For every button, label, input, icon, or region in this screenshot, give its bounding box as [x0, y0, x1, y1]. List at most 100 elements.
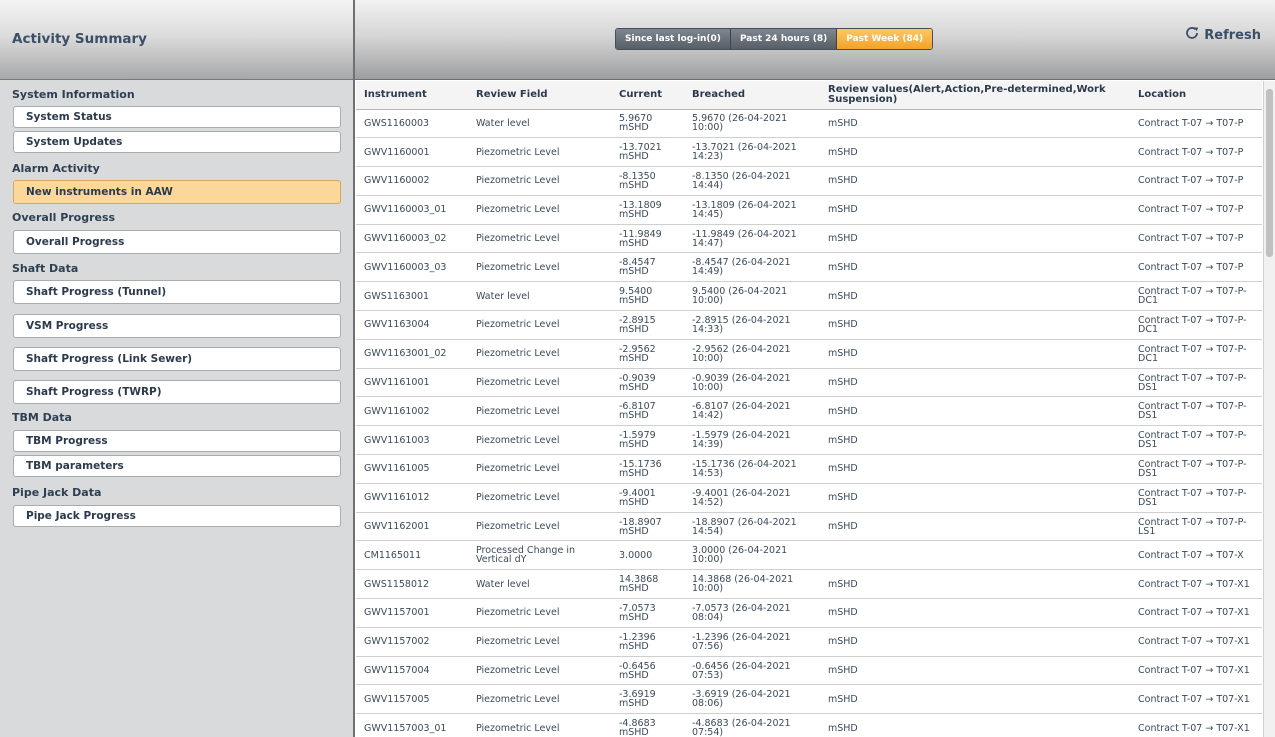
- nav-item-new-instruments-in-aaw[interactable]: New instruments in AAW: [13, 180, 341, 204]
- cell-breached: -9.4001 (26-04-2021 14:52): [684, 483, 820, 513]
- cell-current: 3.0000: [611, 540, 684, 571]
- cell-instrument: GWV1160002: [356, 166, 468, 196]
- nav-item-shaft-progress-tunnel[interactable]: Shaft Progress (Tunnel): [13, 280, 341, 304]
- table-row[interactable]: GWV1162001 Piezometric Level -18.8907 mSHD…: [356, 512, 1262, 542]
- section-heading: System Information: [12, 88, 135, 101]
- cell-location: Contract T-07 → T07-X1: [1130, 656, 1262, 686]
- col-header-current[interactable]: Current: [611, 81, 684, 110]
- col-header-location[interactable]: Location: [1130, 81, 1262, 110]
- left-panel: Activity Summary System Information Syste…: [0, 0, 355, 737]
- cell-breached: -0.6456 (26-04-2021 07:53): [684, 656, 820, 686]
- cell-review-values: mSHD: [820, 166, 1130, 196]
- refresh-button[interactable]: Refresh: [1184, 26, 1261, 44]
- cell-breached: -15.1736 (26-04-2021 14:53): [684, 454, 820, 484]
- nav-item-tbm-parameters[interactable]: TBM parameters: [13, 455, 341, 477]
- col-header-breached[interactable]: Breached: [684, 81, 820, 110]
- table-row[interactable]: GWV1161005 Piezometric Level -15.1736 mSHD…: [356, 454, 1262, 484]
- nav-item-vsm-progress[interactable]: VSM Progress: [13, 314, 341, 338]
- nav-item-shaft-progress-link-sewer[interactable]: Shaft Progress (Link Sewer): [13, 347, 341, 371]
- table-row[interactable]: GWV1160003_02 Piezometric Level -11.9849 m…: [356, 224, 1262, 254]
- cell-instrument: GWV1163001_02: [356, 339, 468, 369]
- table-row[interactable]: GWV1161012 Piezometric Level -9.4001 mSHD -…: [356, 483, 1262, 513]
- cell-review-values: mSHD: [820, 627, 1130, 657]
- cell-review-values: mSHD: [820, 713, 1130, 737]
- cell-current: 14.3868 mSHD: [611, 569, 684, 600]
- activity-table-container: Instrument Review Field Current Breached…: [356, 81, 1262, 737]
- cell-current: -13.1809 mSHD: [611, 195, 684, 225]
- tab-past-24-hours[interactable]: Past 24 hours (8): [730, 29, 838, 49]
- table-row[interactable]: GWS1158012 Water level 14.3868 mSHD 14.3868…: [356, 569, 1262, 600]
- table-row[interactable]: GWV1161001 Piezometric Level -0.9039 mSHD -…: [356, 368, 1262, 398]
- tab-since-last-login[interactable]: Since last log-in(0): [616, 29, 731, 49]
- table-row[interactable]: GWS1160003 Water level 5.9670 mSHD 5.9670 (…: [356, 109, 1262, 139]
- table-row[interactable]: GWV1157005 Piezometric Level -3.6919 mSHD -…: [356, 684, 1262, 715]
- cell-location: Contract T-07 → T07-P: [1130, 195, 1262, 225]
- cell-instrument: GWV1161005: [356, 454, 468, 484]
- table-row[interactable]: GWV1160003_01 Piezometric Level -13.1809 m…: [356, 195, 1262, 225]
- refresh-icon: [1184, 26, 1200, 44]
- cell-review-field: Piezometric Level: [468, 339, 611, 369]
- table-row[interactable]: GWV1161003 Piezometric Level -1.5979 mSHD -…: [356, 425, 1262, 456]
- table-row[interactable]: GWV1163001_02 Piezometric Level -2.9562 mS…: [356, 339, 1262, 369]
- cell-breached: -11.9849 (26-04-2021 14:47): [684, 224, 820, 254]
- cell-review-values: mSHD: [820, 569, 1130, 600]
- vertical-scrollbar[interactable]: [1263, 81, 1275, 737]
- table-row[interactable]: GWV1157002 Piezometric Level -1.2396 mSHD -…: [356, 627, 1262, 657]
- cell-review-field: Piezometric Level: [468, 627, 611, 657]
- cell-review-values: mSHD: [820, 224, 1130, 254]
- cell-review-values: mSHD: [820, 598, 1130, 628]
- cell-review-field: Piezometric Level: [468, 166, 611, 196]
- nav-item-pipe-jack-progress[interactable]: Pipe Jack Progress: [13, 505, 341, 527]
- table-row[interactable]: GWV1160003_03 Piezometric Level -8.4547 mS…: [356, 252, 1262, 283]
- cell-current: -18.8907 mSHD: [611, 512, 684, 542]
- cell-breached: -18.8907 (26-04-2021 14:54): [684, 512, 820, 542]
- cell-review-values: mSHD: [820, 281, 1130, 312]
- cell-review-values: mSHD: [820, 339, 1130, 369]
- cell-instrument: GWV1160003_02: [356, 224, 468, 254]
- col-header-review-field[interactable]: Review Field: [468, 81, 611, 110]
- cell-instrument: CM1165011: [356, 540, 468, 571]
- cell-location: Contract T-07 → T07-X1: [1130, 684, 1262, 715]
- nav-item-tbm-progress[interactable]: TBM Progress: [13, 430, 341, 452]
- activity-table: Instrument Review Field Current Breached…: [356, 81, 1262, 737]
- cell-current: -6.8107 mSHD: [611, 396, 684, 427]
- nav-item-system-updates[interactable]: System Updates: [13, 131, 341, 153]
- cell-review-field: Piezometric Level: [468, 425, 611, 456]
- table-row[interactable]: GWV1163004 Piezometric Level -2.8915 mSHD -…: [356, 310, 1262, 340]
- cell-location: Contract T-07 → T07-P: [1130, 109, 1262, 139]
- cell-current: -9.4001 mSHD: [611, 483, 684, 513]
- cell-current: -8.4547 mSHD: [611, 252, 684, 283]
- cell-current: -1.2396 mSHD: [611, 627, 684, 657]
- refresh-label: Refresh: [1204, 27, 1261, 43]
- table-row[interactable]: CM1165011 Processed Change in Vertical dY…: [356, 540, 1262, 571]
- table-row[interactable]: GWV1161002 Piezometric Level -6.8107 mSHD -…: [356, 396, 1262, 427]
- cell-review-values: mSHD: [820, 684, 1130, 715]
- table-row[interactable]: GWV1157003_01 Piezometric Level -4.8683 mS…: [356, 713, 1262, 737]
- cell-instrument: GWV1160003_01: [356, 195, 468, 225]
- col-header-instrument[interactable]: Instrument: [356, 81, 468, 110]
- cell-breached: -0.9039 (26-04-2021 10:00): [684, 368, 820, 398]
- cell-current: -2.8915 mSHD: [611, 310, 684, 340]
- cell-instrument: GWS1160003: [356, 109, 468, 139]
- nav-item-shaft-progress-twrp[interactable]: Shaft Progress (TWRP): [13, 380, 341, 404]
- cell-breached: -1.5979 (26-04-2021 14:39): [684, 425, 820, 456]
- col-header-review-values[interactable]: Review values(Alert,Action,Pre-determine…: [820, 81, 1130, 110]
- table-row[interactable]: GWV1157004 Piezometric Level -0.6456 mSHD -…: [356, 656, 1262, 686]
- section-heading: Overall Progress: [12, 211, 116, 224]
- scrollbar-thumb[interactable]: [1266, 89, 1273, 257]
- cell-current: 9.5400 mSHD: [611, 281, 684, 312]
- table-row[interactable]: GWS1163001 Water level 9.5400 mSHD 9.5400 (…: [356, 281, 1262, 312]
- cell-review-values: mSHD: [820, 195, 1130, 225]
- cell-review-values: mSHD: [820, 310, 1130, 340]
- table-row[interactable]: GWV1160002 Piezometric Level -8.1350 mSHD -…: [356, 166, 1262, 196]
- cell-current: -15.1736 mSHD: [611, 454, 684, 484]
- tab-past-week[interactable]: Past Week (84): [837, 29, 933, 49]
- nav-item-system-status[interactable]: System Status: [13, 106, 341, 128]
- cell-review-field: Water level: [468, 281, 611, 312]
- table-header-row: Instrument Review Field Current Breached…: [356, 81, 1262, 110]
- cell-instrument: GWV1157005: [356, 684, 468, 715]
- nav-item-overall-progress[interactable]: Overall Progress: [13, 230, 341, 254]
- table-row[interactable]: GWV1157001 Piezometric Level -7.0573 mSHD -…: [356, 598, 1262, 628]
- table-row[interactable]: GWV1160001 Piezometric Level -13.7021 mSHD…: [356, 137, 1262, 168]
- cell-location: Contract T-07 → T07-P: [1130, 224, 1262, 254]
